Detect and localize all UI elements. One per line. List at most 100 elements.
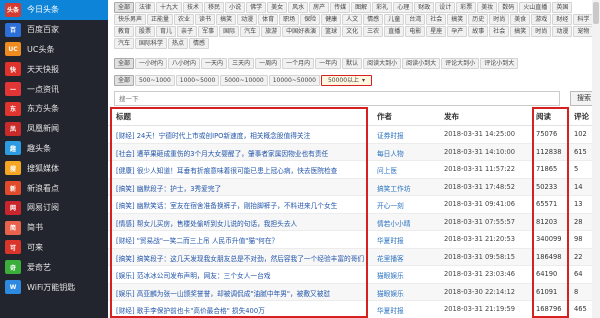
category-chip[interactable]: 时尚	[531, 26, 552, 37]
article-title-link[interactable]: [搞笑] 搞笑段子：这几天发现我女朋友总是不对劲，然后容我了一个经验丰富的哥们	[116, 253, 371, 263]
author-link[interactable]: 花里播客	[377, 253, 404, 263]
article-title-link[interactable]: [搞笑] 幽默笑话：室友在宿舍准备换裤子，刚抬脚裤子，不料进来几个女生	[116, 200, 371, 210]
author-link[interactable]: 开心一刻	[377, 200, 404, 210]
category-chip[interactable]: 心理	[393, 2, 414, 13]
sidebar-item-kelai[interactable]: 可可来	[0, 238, 108, 258]
category-chip[interactable]: 彩票	[456, 2, 477, 13]
category-chip[interactable]: 英国	[552, 2, 573, 13]
category-chip[interactable]: 搞笑	[510, 26, 531, 37]
author-link[interactable]: 问上医	[377, 165, 397, 175]
category-chip[interactable]: 星座	[426, 26, 447, 37]
read-filter-chip[interactable]: 全部	[114, 75, 135, 86]
category-chip[interactable]: 十九大	[156, 2, 183, 13]
read-filter-chip[interactable]: 10000~50000	[268, 75, 320, 86]
category-chip[interactable]: 农业	[174, 14, 195, 25]
category-chip[interactable]: 股票	[135, 26, 156, 37]
author-link[interactable]: 情若小小晴	[377, 218, 410, 228]
author-link[interactable]: 每日人物	[377, 148, 404, 158]
category-chip[interactable]: 孕产	[447, 26, 468, 37]
category-chip[interactable]: 美妆	[477, 2, 498, 13]
category-chip[interactable]: 时尚	[489, 14, 510, 25]
category-chip[interactable]: 中国好表演	[282, 26, 321, 37]
time-filter-chip[interactable]: 评论大到小	[441, 58, 480, 69]
col-author-header[interactable]: 作者	[377, 111, 392, 122]
category-chip[interactable]: 财政	[414, 2, 435, 13]
category-chip[interactable]: 育儿	[156, 26, 177, 37]
category-chip[interactable]: 直播	[384, 26, 405, 37]
category-chip[interactable]: 美食	[510, 14, 531, 25]
sidebar-item-iqiyi[interactable]: 奇爱奇艺	[0, 257, 108, 277]
category-chip[interactable]: 军事	[198, 26, 219, 37]
category-chip[interactable]: 搞笑	[216, 14, 237, 25]
category-chip[interactable]: 健康	[321, 14, 342, 25]
category-chip[interactable]: 科学	[573, 14, 594, 25]
category-chip[interactable]: 情感	[189, 38, 210, 49]
time-filter-chip[interactable]: 评论小到大	[480, 58, 519, 69]
category-chip[interactable]: 教育	[114, 26, 135, 37]
article-title-link[interactable]: [娱乐] 高亚麟为张一山颁奖誉誉，却被调侃成"油腻中年男"，被敷又被怼	[116, 288, 371, 298]
category-chip[interactable]: 旅游	[261, 26, 282, 37]
author-link[interactable]: 华夏时报	[377, 305, 404, 315]
category-chip[interactable]: 设计	[435, 2, 456, 13]
time-filter-chip[interactable]: 一个月内	[282, 58, 315, 69]
article-title-link[interactable]: [情感] 帮女儿买房，售楼处偷听到女儿说的句话，我担头去人	[116, 218, 371, 228]
col-title-header[interactable]: 标题	[116, 111, 131, 122]
time-filter-chip[interactable]: 阅读小到大	[402, 58, 441, 69]
category-chip[interactable]: 美女	[267, 2, 288, 13]
category-chip[interactable]: 佛学	[246, 2, 267, 13]
category-chip[interactable]: 职场	[279, 14, 300, 25]
sidebar-item-baidu[interactable]: 百百度百家	[0, 20, 108, 40]
category-chip[interactable]: 汽车	[240, 26, 261, 37]
category-chip[interactable]: 读书	[195, 14, 216, 25]
category-chip[interactable]: 数码	[498, 2, 519, 13]
category-chip[interactable]: 技术	[183, 2, 204, 13]
category-chip[interactable]: 历史	[468, 14, 489, 25]
category-chip[interactable]: 热点	[168, 38, 189, 49]
time-filter-chip[interactable]: 阅读大到小	[363, 58, 402, 69]
col-comments-header[interactable]: 评论	[574, 111, 589, 122]
article-title-link[interactable]: [社会] 遭苹果砸成重伤的3个月大女婴醒了，肇事者家属因物业也有责任	[116, 148, 371, 158]
author-link[interactable]: 华夏时报	[377, 235, 404, 245]
category-chip[interactable]: 图解	[351, 2, 372, 13]
category-chip[interactable]: 电影	[405, 26, 426, 37]
category-chip[interactable]: 保险	[300, 14, 321, 25]
category-chip[interactable]: 故事	[468, 26, 489, 37]
category-chip[interactable]: 文化	[342, 26, 363, 37]
category-chip[interactable]: 人文	[342, 14, 363, 25]
category-chip[interactable]: 火山直播	[519, 2, 552, 13]
sidebar-item-dongfang[interactable]: 东东方头条	[0, 99, 108, 119]
category-chip[interactable]: 法律	[135, 2, 156, 13]
category-chip[interactable]: 游戏	[531, 14, 552, 25]
category-chip[interactable]: 汽车	[114, 38, 135, 49]
category-chip[interactable]: 动漫	[552, 26, 573, 37]
search-input[interactable]	[114, 91, 560, 106]
time-filter-chip[interactable]: 全部	[114, 58, 135, 69]
article-title-link[interactable]: [财经] "贸易战"一笑二而三上吊 人民币升值"猫"何在？	[116, 235, 371, 245]
category-chip[interactable]: 房产	[309, 2, 330, 13]
category-chip[interactable]: 传媒	[330, 2, 351, 13]
time-filter-chip[interactable]: 默认	[342, 58, 363, 69]
category-chip[interactable]: 搞笑	[447, 14, 468, 25]
read-filter-chip[interactable]: 5000~10000	[220, 75, 268, 86]
category-chip[interactable]: 动漫	[237, 14, 258, 25]
sidebar-item-qutoutiao[interactable]: 趣趣头条	[0, 139, 108, 159]
category-chip[interactable]: 儿童	[384, 14, 405, 25]
scrollbar-thumb[interactable]	[593, 2, 599, 24]
scrollbar[interactable]	[592, 0, 600, 318]
category-chip[interactable]: 台湾	[405, 14, 426, 25]
col-date-header[interactable]: 发布	[444, 111, 459, 122]
category-chip[interactable]: 风水	[288, 2, 309, 13]
category-chip[interactable]: 小说	[225, 2, 246, 13]
sidebar-item-sohu[interactable]: 搜搜狐媒体	[0, 158, 108, 178]
category-chip[interactable]: 全部	[114, 2, 135, 13]
author-link[interactable]: 证券时报	[377, 130, 404, 140]
category-chip[interactable]: 国际科学	[135, 38, 168, 49]
category-chip[interactable]: 移民	[204, 2, 225, 13]
category-chip[interactable]: 财经	[552, 14, 573, 25]
sidebar-item-jianshu[interactable]: 简简书	[0, 218, 108, 238]
author-link[interactable]: 猫眼娱乐	[377, 270, 404, 280]
read-filter-chip[interactable]: 1000~5000	[175, 75, 220, 86]
sidebar-item-toutiao[interactable]: 头条 今日头条	[0, 0, 108, 20]
sidebar-item-netease[interactable]: 网网易订阅	[0, 198, 108, 218]
category-chip[interactable]: 亲子	[177, 26, 198, 37]
